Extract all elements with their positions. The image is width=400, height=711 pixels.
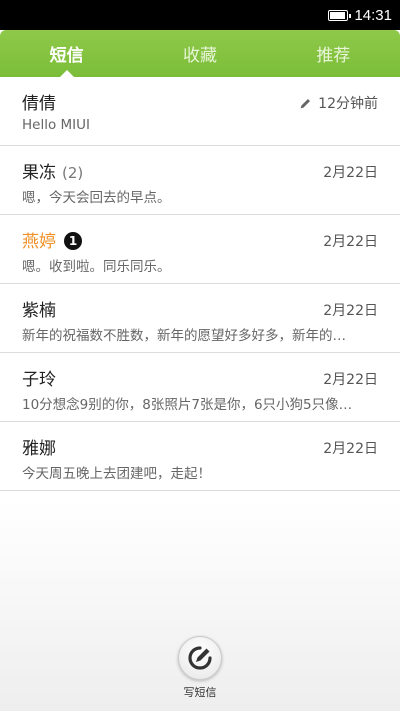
- message-count: (2): [62, 164, 84, 182]
- message-time-text: 2月22日: [323, 441, 378, 457]
- message-preview: 嗯，今天会回去的早点。: [22, 190, 171, 206]
- contact-name-text: 紫楠: [22, 301, 56, 321]
- tab-sms[interactable]: 短信: [0, 30, 133, 77]
- conversation-row[interactable]: 燕婷 1 嗯。收到啦。同乐同乐。 2月22日: [0, 215, 400, 284]
- compose-label: 写短信: [183, 686, 217, 699]
- message-time-text: 2月22日: [323, 303, 378, 319]
- contact-name: 倩倩: [22, 89, 56, 114]
- message-time: 2月22日: [323, 231, 378, 251]
- message-time-text: 2月22日: [323, 234, 378, 250]
- contact-name: 子玲: [22, 365, 56, 390]
- message-preview: 新年的祝福数不胜数，新年的愿望好多好多，新年的…: [22, 328, 346, 344]
- conversation-row[interactable]: 果冻 (2) 嗯，今天会回去的早点。 2月22日: [0, 146, 400, 215]
- status-right: 14:31: [328, 6, 392, 24]
- message-time-text: 2月22日: [323, 372, 378, 388]
- tab-recommend[interactable]: 推荐: [267, 30, 400, 77]
- compose-button[interactable]: [178, 636, 222, 680]
- conversation-row[interactable]: 倩倩 Hello MIUI 12分钟前: [0, 77, 400, 146]
- conversation-row[interactable]: 子玲 10分想念9别的你，8张照片7张是你，6只小狗5只像… 2月22日: [0, 353, 400, 422]
- tab-bar: 短信 收藏 推荐: [0, 30, 400, 77]
- message-time: 2月22日: [323, 369, 378, 389]
- contact-name: 燕婷 1: [22, 227, 82, 252]
- battery-icon: [328, 9, 352, 21]
- message-time: 12分钟前: [299, 93, 378, 113]
- contact-name: 雅娜: [22, 434, 56, 459]
- unread-badge: 1: [64, 232, 82, 250]
- compose-icon: [188, 646, 212, 670]
- message-time: 2月22日: [323, 438, 378, 458]
- status-bar: 14:31: [0, 0, 400, 30]
- status-clock: 14:31: [354, 6, 392, 24]
- pencil-icon: [300, 98, 311, 108]
- compose-area: 写短信: [176, 636, 224, 700]
- conversation-row[interactable]: 雅娜 今天周五晚上去团建吧，走起！ 2月22日: [0, 422, 400, 491]
- contact-name-text: 雅娜: [22, 439, 56, 459]
- message-time: 2月22日: [323, 162, 378, 182]
- conversation-row[interactable]: 紫楠 新年的祝福数不胜数，新年的愿望好多好多，新年的… 2月22日: [0, 284, 400, 353]
- contact-name-text: 果冻: [22, 163, 56, 183]
- contact-name: 果冻 (2): [22, 158, 83, 183]
- contact-name-text: 倩倩: [22, 94, 56, 114]
- contact-name: 紫楠: [22, 296, 56, 321]
- message-time: 2月22日: [323, 300, 378, 320]
- tab-sms-label: 短信: [49, 46, 84, 66]
- tab-favorites-label: 收藏: [182, 46, 217, 66]
- message-time-text: 2月22日: [323, 165, 378, 181]
- contact-name-text: 燕婷: [22, 232, 56, 252]
- message-preview: Hello MIUI: [22, 117, 91, 133]
- conversation-list: 倩倩 Hello MIUI 12分钟前 果冻 (2) 嗯，今天会回去的早点。 2月…: [0, 77, 400, 491]
- message-preview: 今天周五晚上去团建吧，走起！: [22, 466, 211, 482]
- message-preview: 嗯。收到啦。同乐同乐。: [22, 259, 171, 275]
- tab-recommend-label: 推荐: [316, 46, 351, 66]
- message-time-text: 12分钟前: [318, 96, 378, 112]
- tab-favorites[interactable]: 收藏: [133, 30, 266, 77]
- message-preview: 10分想念9别的你，8张照片7张是你，6只小狗5只像…: [22, 397, 353, 413]
- contact-name-text: 子玲: [22, 370, 56, 390]
- messages-screen: 短信 收藏 推荐 倩倩 Hello MIUI 12分钟前 果冻 (2) 嗯，今天会…: [0, 30, 400, 711]
